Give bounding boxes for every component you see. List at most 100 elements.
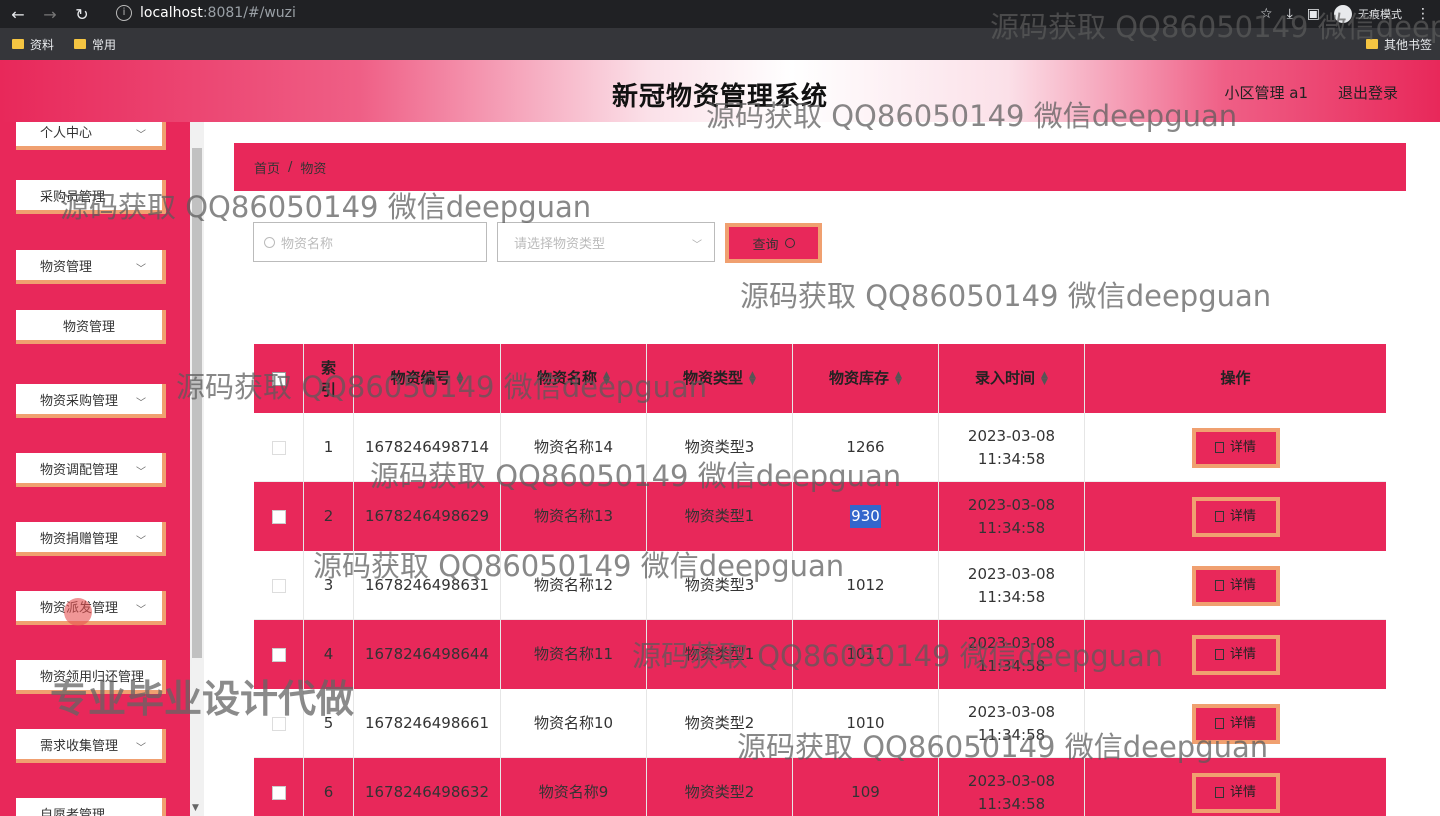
url-host: localhost: [140, 5, 203, 21]
sidebar-item-demand[interactable]: 需求收集管理 ﹀: [16, 729, 166, 763]
search-icon: [784, 238, 795, 248]
sort-icon[interactable]: ▲ ▼: [457, 370, 464, 386]
row-name: 物资名称13: [501, 482, 647, 551]
site-info-icon[interactable]: i: [116, 5, 132, 21]
detail-button[interactable]: 详情: [1191, 772, 1280, 813]
bookmarks-bar: 资料 常用 其他书签: [0, 28, 1440, 60]
supply-name-placeholder: 物资名称: [281, 236, 334, 252]
menu-dots-icon[interactable]: ⋮: [1416, 6, 1430, 22]
document-icon: [1214, 580, 1224, 591]
row-stock: 930: [793, 482, 939, 551]
back-icon[interactable]: ←: [4, 0, 32, 28]
search-icon: [264, 236, 275, 248]
sidebar-item-allocation[interactable]: 物资调配管理 ﹀: [16, 453, 166, 487]
table-row: 4 1678246498644 物资名称11 物资类型1 1011 2023-0…: [254, 620, 1386, 689]
header-code[interactable]: 物资编号 ▲ ▼: [354, 344, 501, 413]
table-row: 1 1678246498714 物资名称14 物资类型3 1266 2023-0…: [254, 413, 1386, 482]
sidebar-item-profile[interactable]: 个人中心 ﹀: [16, 122, 166, 150]
sort-icon[interactable]: ▲ ▼: [1041, 370, 1048, 386]
bookmark-folder[interactable]: 资料: [12, 36, 54, 53]
query-button[interactable]: 查询: [725, 223, 822, 263]
row-name: 物资名称10: [501, 689, 647, 758]
row-checkbox[interactable]: [271, 647, 286, 662]
row-checkbox[interactable]: [271, 578, 286, 593]
header-time[interactable]: 录入时间 ▲ ▼: [939, 344, 1085, 413]
table-row: 3 1678246498631 物资名称12 物资类型3 1012 2023-0…: [254, 551, 1386, 620]
breadcrumb-current: 物资: [300, 161, 327, 177]
detail-button[interactable]: 详情: [1191, 427, 1280, 468]
table-header: 索引 物资编号 ▲ ▼ 物资名称 ▲ ▼ 物资类型 ▲ ▼ 物资库存 ▲ ▼ 录入时间 ▲ ▼ 操作: [254, 344, 1386, 413]
detail-button[interactable]: 详情: [1191, 703, 1280, 744]
url-path: :8081/#/wuzi: [202, 5, 296, 21]
row-checkbox[interactable]: [271, 509, 286, 524]
sort-icon[interactable]: ▲ ▼: [603, 370, 610, 386]
browser-toolbar: ← → ↻ i localhost:8081/#/wuzi ☆ ⤓ ▣ 无痕模式…: [0, 0, 1440, 28]
supply-type-select[interactable]: 请选择物资类型 ﹀: [497, 222, 715, 262]
chevron-down-icon: ﹀: [136, 264, 146, 275]
document-icon: [1214, 718, 1224, 729]
window-icon[interactable]: ▣: [1307, 6, 1320, 22]
bookmark-folder[interactable]: 常用: [74, 36, 116, 53]
address-bar[interactable]: i localhost:8081/#/wuzi: [106, 0, 1226, 26]
row-code: 1678246498632: [354, 758, 501, 816]
logout-link[interactable]: 退出登录: [1338, 82, 1398, 103]
row-checkbox[interactable]: [271, 440, 286, 455]
other-bookmarks[interactable]: 其他书签: [1365, 28, 1432, 60]
table-row: 2 1678246498629 物资名称13 物资类型1 930 2023-03…: [254, 482, 1386, 551]
sidebar-item-purchaser[interactable]: 采购员管理: [16, 180, 166, 214]
document-icon: [1214, 511, 1224, 522]
sidebar-scroll-thumb[interactable]: [192, 148, 202, 658]
chevron-down-icon: ﹀: [136, 536, 146, 547]
star-icon[interactable]: ☆: [1260, 6, 1273, 22]
sidebar-item-volunteer[interactable]: 自愿者管理: [16, 798, 166, 816]
sidebar-item-purchase[interactable]: 物资采购管理 ﹀: [16, 384, 166, 418]
row-index: 2: [304, 482, 354, 551]
document-icon: [1214, 787, 1224, 798]
chevron-down-icon: ﹀: [692, 240, 702, 251]
app-header: 新冠物资管理系统 小区管理 a1 退出登录: [0, 60, 1440, 122]
chevron-down-icon: ﹀: [136, 398, 146, 409]
sidebar-subitem-supplies[interactable]: 物资管理: [16, 310, 166, 344]
sidebar-item-donation[interactable]: 物资捐赠管理 ﹀: [16, 522, 166, 556]
row-code: 1678246498629: [354, 482, 501, 551]
header-index: 索引: [304, 344, 354, 413]
scroll-down-icon[interactable]: ▼: [192, 803, 199, 813]
row-stock: 1266: [793, 413, 939, 482]
row-checkbox[interactable]: [271, 785, 286, 800]
sidebar-item-supplies[interactable]: 物资管理 ﹀: [16, 250, 166, 284]
row-name: 物资名称14: [501, 413, 647, 482]
breadcrumb: 首页 / 物资: [234, 143, 1406, 191]
document-icon: [1214, 442, 1224, 453]
detail-button[interactable]: 详情: [1191, 634, 1280, 675]
row-time: 2023-03-08 11:34:58: [939, 482, 1085, 551]
row-code: 1678246498644: [354, 620, 501, 689]
row-type: 物资类型3: [647, 413, 793, 482]
select-all-checkbox[interactable]: [271, 371, 286, 386]
supply-type-placeholder: 请选择物资类型: [514, 236, 606, 252]
document-icon: [1214, 649, 1224, 660]
current-user: 小区管理 a1: [1224, 84, 1308, 102]
header-actions: 操作: [1220, 369, 1251, 387]
breadcrumb-home[interactable]: 首页: [254, 158, 280, 177]
folder-icon: [74, 39, 87, 49]
incognito-indicator[interactable]: 无痕模式: [1334, 5, 1402, 23]
row-type: 物资类型3: [647, 551, 793, 620]
download-icon[interactable]: ⤓: [1287, 6, 1293, 22]
table-row: 5 1678246498661 物资名称10 物资类型2 1010 2023-0…: [254, 689, 1386, 758]
chevron-down-icon: ﹀: [136, 743, 146, 754]
header-type[interactable]: 物资类型 ▲ ▼: [647, 344, 793, 413]
forward-icon[interactable]: →: [36, 0, 64, 28]
row-type: 物资类型1: [647, 620, 793, 689]
detail-button[interactable]: 详情: [1191, 565, 1280, 606]
row-stock: 109: [793, 758, 939, 816]
header-stock[interactable]: 物资库存 ▲ ▼: [793, 344, 939, 413]
folder-icon: [12, 39, 24, 49]
header-name[interactable]: 物资名称 ▲ ▼: [501, 344, 647, 413]
detail-button[interactable]: 详情: [1191, 496, 1280, 537]
sort-icon[interactable]: ▲ ▼: [895, 370, 902, 386]
sort-icon[interactable]: ▲ ▼: [749, 370, 756, 386]
row-time: 2023-03-08 11:34:58: [939, 758, 1085, 816]
reload-icon[interactable]: ↻: [68, 0, 96, 28]
supply-name-input[interactable]: 物资名称: [253, 222, 487, 262]
row-type: 物资类型1: [647, 482, 793, 551]
